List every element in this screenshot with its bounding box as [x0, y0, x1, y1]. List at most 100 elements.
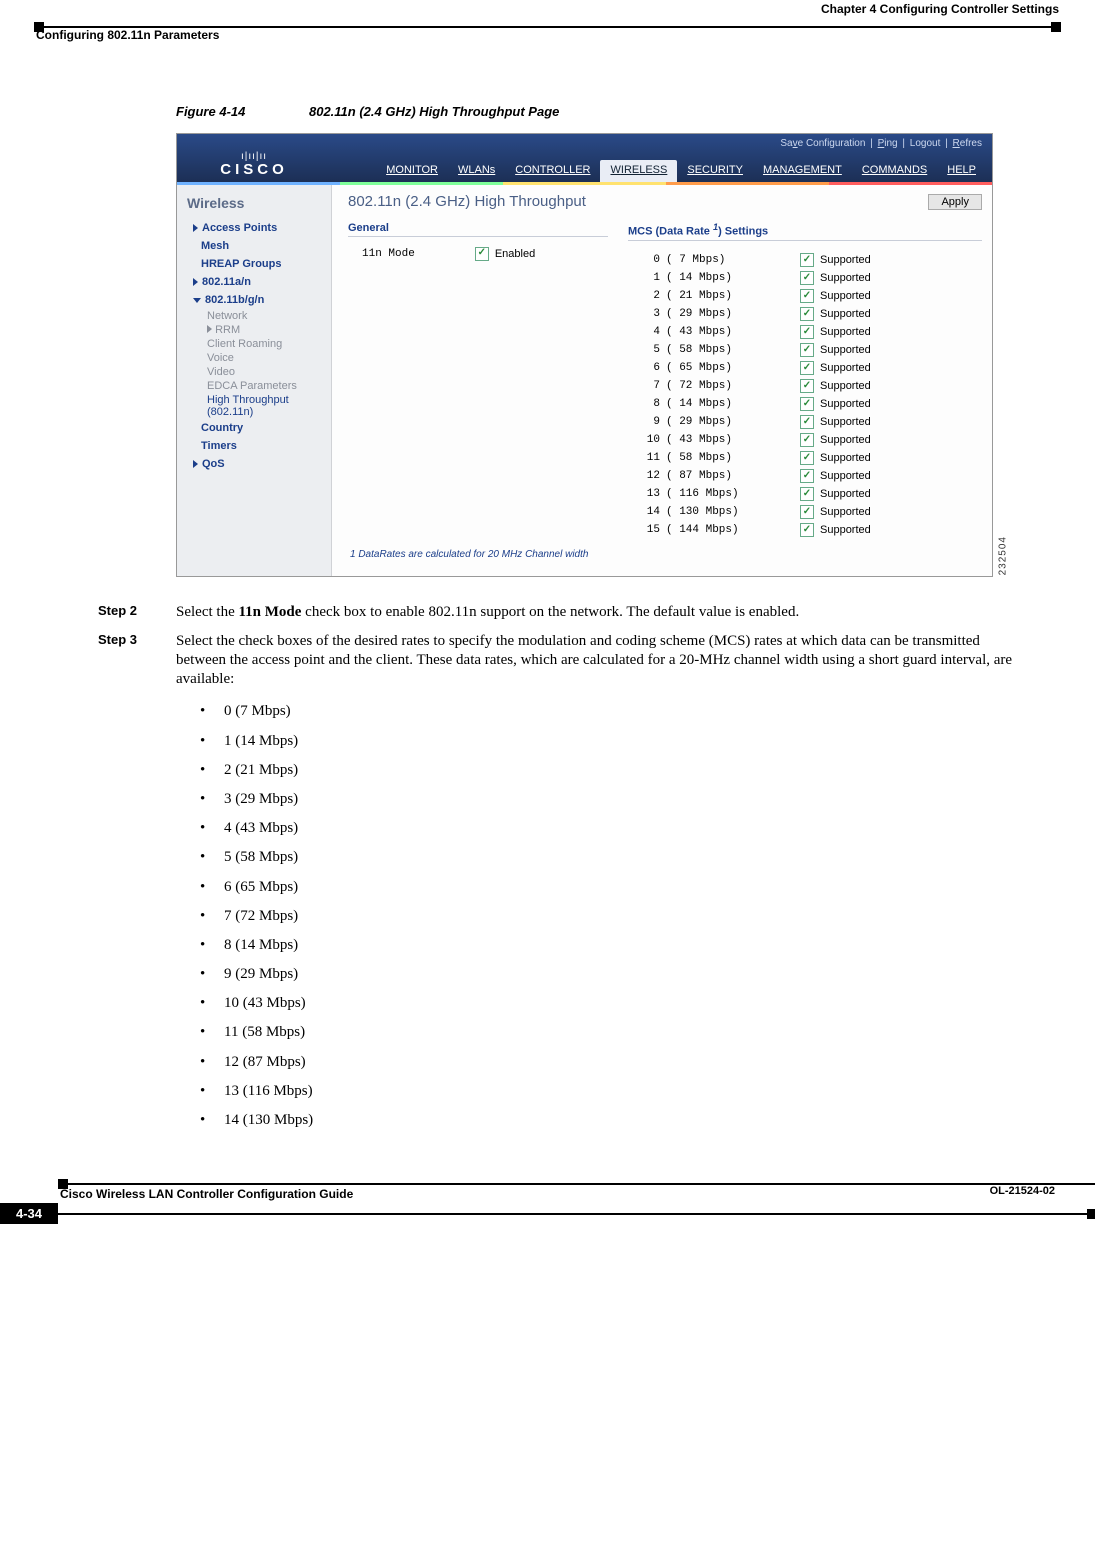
checkbox-mcs[interactable]	[800, 379, 814, 393]
label-enabled: Enabled	[495, 248, 535, 260]
tab-wireless[interactable]: WIRELESS	[600, 160, 677, 182]
checkbox-mcs[interactable]	[800, 433, 814, 447]
mcs-index: 14	[642, 506, 660, 518]
mcs-rate: ( 87 Mbps)	[666, 470, 756, 482]
rate-bullet: 10 (43 Mbps)	[204, 989, 1023, 1018]
main-panel: 802.11n (2.4 GHz) High Throughput Apply …	[332, 185, 992, 576]
sidebar-country[interactable]: Country	[177, 419, 331, 437]
mcs-row: 8( 14 Mbps)Supported	[628, 395, 982, 413]
label-supported: Supported	[820, 524, 871, 536]
label-supported: Supported	[820, 290, 871, 302]
mcs-rate: ( 43 Mbps)	[666, 326, 756, 338]
label-supported: Supported	[820, 308, 871, 320]
mcs-rate: ( 29 Mbps)	[666, 416, 756, 428]
checkbox-mcs[interactable]	[800, 469, 814, 483]
mcs-index: 8	[642, 398, 660, 410]
rate-bullet: 5 (58 Mbps)	[204, 843, 1023, 872]
section-general: General	[348, 222, 608, 237]
tab-help[interactable]: HELP	[937, 160, 986, 182]
checkbox-mcs[interactable]	[800, 487, 814, 501]
checkbox-mcs[interactable]	[800, 307, 814, 321]
mcs-index: 11	[642, 452, 660, 464]
checkbox-mcs[interactable]	[800, 451, 814, 465]
tab-monitor[interactable]: MONITOR	[376, 160, 448, 182]
tab-management[interactable]: MANAGEMENT	[753, 160, 852, 182]
link-logout[interactable]: Logout	[910, 138, 941, 149]
label-supported: Supported	[820, 452, 871, 464]
mcs-row: 9( 29 Mbps)Supported	[628, 413, 982, 431]
mcs-index: 7	[642, 380, 660, 392]
sidebar-timers[interactable]: Timers	[177, 437, 331, 455]
checkbox-mcs[interactable]	[800, 397, 814, 411]
sidebar-80211bgn[interactable]: 802.11b/g/n	[177, 291, 331, 309]
checkbox-mcs[interactable]	[800, 523, 814, 537]
link-save-config[interactable]: Save Configuration	[780, 138, 865, 149]
sidebar-80211an[interactable]: 802.11a/n	[177, 273, 331, 291]
footer-page-number: 4-34	[0, 1203, 58, 1224]
sidebar-client-roaming[interactable]: Client Roaming	[177, 337, 331, 351]
mcs-rate: ( 65 Mbps)	[666, 362, 756, 374]
tab-controller[interactable]: CONTROLLER	[505, 160, 600, 182]
label-supported: Supported	[820, 380, 871, 392]
mcs-index: 13	[642, 488, 660, 500]
checkbox-mcs[interactable]	[800, 361, 814, 375]
main-tabs: MONITOR WLANs CONTROLLER WIRELESS SECURI…	[372, 158, 986, 182]
link-ping[interactable]: Ping	[878, 138, 898, 149]
mcs-row: 10( 43 Mbps)Supported	[628, 431, 982, 449]
mcs-rate: ( 58 Mbps)	[666, 452, 756, 464]
footer-rule	[60, 1183, 1095, 1185]
checkbox-mcs[interactable]	[800, 253, 814, 267]
sidebar-network[interactable]: Network	[177, 309, 331, 323]
tab-wlans[interactable]: WLANs	[448, 160, 505, 182]
sidebar-voice[interactable]: Voice	[177, 351, 331, 365]
row-11n-mode: 11n Mode Enabled	[348, 247, 608, 261]
label-supported: Supported	[820, 272, 871, 284]
mcs-rate: ( 29 Mbps)	[666, 308, 756, 320]
apply-button[interactable]: Apply	[928, 194, 982, 210]
tab-security[interactable]: SECURITY	[677, 160, 753, 182]
sidebar-hreap[interactable]: HREAP Groups	[177, 255, 331, 273]
header-rule	[36, 26, 1059, 28]
checkbox-mcs[interactable]	[800, 505, 814, 519]
mcs-index: 6	[642, 362, 660, 374]
step2-label: Step 2	[98, 603, 176, 622]
mcs-row: 13( 116 Mbps)Supported	[628, 485, 982, 503]
sidebar-edca[interactable]: EDCA Parameters	[177, 379, 331, 393]
sidebar-title: Wireless	[177, 191, 331, 219]
sidebar-qos[interactable]: QoS	[177, 455, 331, 473]
sidebar-mesh[interactable]: Mesh	[177, 237, 331, 255]
tab-commands[interactable]: COMMANDS	[852, 160, 937, 182]
mcs-index: 5	[642, 344, 660, 356]
label-supported: Supported	[820, 506, 871, 518]
checkbox-mcs[interactable]	[800, 325, 814, 339]
rate-bullet: 4 (43 Mbps)	[204, 814, 1023, 843]
checkbox-mcs[interactable]	[800, 343, 814, 357]
footer-doc-number: OL-21524-02	[990, 1185, 1055, 1197]
label-supported: Supported	[820, 470, 871, 482]
figure-title: 802.11n (2.4 GHz) High Throughput Page	[309, 104, 559, 119]
mcs-index: 4	[642, 326, 660, 338]
checkbox-11n-mode[interactable]	[475, 247, 489, 261]
mcs-rate: ( 130 Mbps)	[666, 506, 756, 518]
rate-bullet: 12 (87 Mbps)	[204, 1048, 1023, 1077]
mcs-index: 0	[642, 254, 660, 266]
checkbox-mcs[interactable]	[800, 415, 814, 429]
header-section-text: Configuring 802.11n Parameters	[36, 28, 219, 42]
sidebar-video[interactable]: Video	[177, 365, 331, 379]
rate-bullet: 0 (7 Mbps)	[204, 697, 1023, 726]
mcs-row: 14 ( 130 Mbps) Supported	[628, 503, 982, 521]
checkbox-mcs[interactable]	[800, 289, 814, 303]
label-supported: Supported	[820, 254, 871, 266]
figure-caption: Figure 4-14 802.11n (2.4 GHz) High Throu…	[176, 104, 1059, 119]
checkbox-mcs[interactable]	[800, 271, 814, 285]
link-refresh[interactable]: Refres	[953, 138, 982, 149]
caret-icon	[193, 460, 198, 468]
sidebar-high-throughput[interactable]: High Throughput (802.11n)	[177, 393, 331, 419]
mcs-index: 15	[642, 524, 660, 536]
mcs-row: 3( 29 Mbps)Supported	[628, 305, 982, 323]
sidebar-rrm[interactable]: RRM	[177, 323, 331, 337]
mcs-rate: ( 21 Mbps)	[666, 290, 756, 302]
label-supported: Supported	[820, 326, 871, 338]
rate-bullet: 13 (116 Mbps)	[204, 1077, 1023, 1106]
sidebar-access-points[interactable]: Access Points	[177, 219, 331, 237]
